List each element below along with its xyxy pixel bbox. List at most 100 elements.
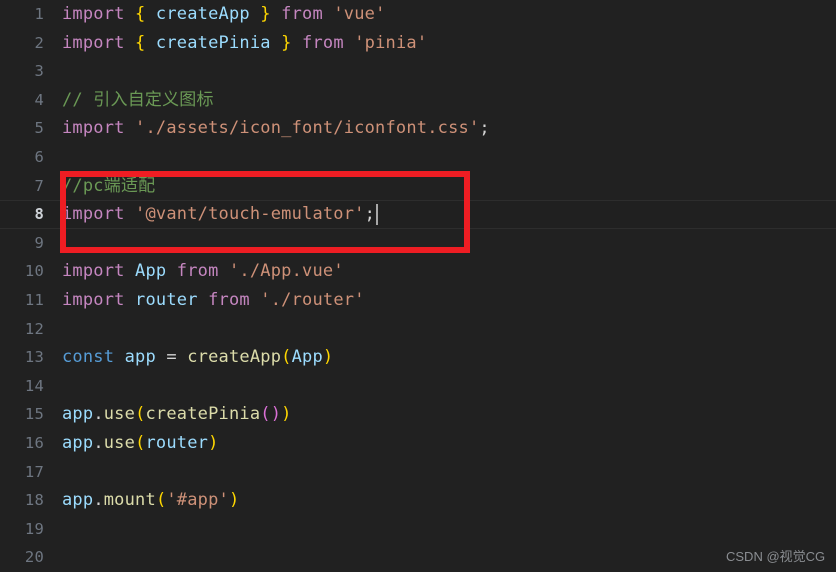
token-identifier: app [62,432,94,453]
line-number: 11 [24,290,44,309]
watermark-label: CSDN @视觉CG [726,549,826,564]
token-comment: //pc端适配 [62,175,156,196]
code-line[interactable]: 11 import router from './router' [0,286,836,315]
token-brace: { [135,4,146,24]
line-number: 12 [24,319,44,338]
token-identifier: App [135,261,167,282]
token-paren: ) [281,404,292,425]
line-source[interactable]: app.mount('#app') [62,486,239,515]
token-string: '@vant/touch-emulator' [135,204,365,225]
code-line[interactable]: 1 import { createApp } from 'vue' [0,0,836,29]
token-brace: } [281,32,292,53]
token-dot: . [93,432,104,453]
token-keyword: import [62,32,125,53]
token-paren: ( [135,432,146,453]
line-number: 7 [34,176,44,195]
token-keyword: import [62,204,125,225]
token-identifier: app [124,347,156,368]
code-line[interactable]: 20 [0,543,836,572]
token-paren: ) [270,404,282,425]
token-brace: } [260,4,271,24]
code-line[interactable]: 18 app.mount('#app') [0,486,836,515]
line-number: 9 [34,233,44,252]
token-dot: . [93,490,104,511]
token-paren: ( [260,404,271,425]
token-dot: . [93,404,104,425]
line-number: 14 [24,376,44,395]
token-keyword: from [302,32,344,53]
token-semicolon: ; [479,118,490,139]
token-paren: ( [281,347,292,368]
token-function: createApp [187,347,282,368]
token-keyword: from [176,261,219,282]
line-source[interactable]: import router from './router' [62,286,365,315]
token-method: use [103,404,136,425]
token-keyword: const [62,347,115,368]
line-number: 19 [24,519,44,538]
line-source[interactable]: import { createApp } from 'vue' [62,0,386,29]
token-string: './App.vue' [228,261,344,282]
line-number: 10 [24,262,44,281]
line-number: 8 [34,205,44,224]
text-cursor [376,204,379,225]
code-line[interactable]: 2 import { createPinia } from 'pinia' [0,29,836,58]
line-number: 2 [34,33,44,52]
token-identifier: router [145,432,209,453]
token-string: 'vue' [333,4,386,24]
token-identifier: createPinia [155,32,271,53]
code-line[interactable]: 10 import App from './App.vue' [0,257,836,286]
line-source[interactable]: import { createPinia } from 'pinia' [62,29,427,58]
code-line-active[interactable]: 8 import '@vant/touch-emulator'; [0,200,836,229]
line-source[interactable]: app.use(router) [62,429,219,458]
token-paren: ( [155,490,167,511]
line-number: 13 [24,348,44,367]
code-line[interactable]: 12 [0,315,836,344]
line-source[interactable]: const app = createApp(App) [62,343,333,372]
line-source[interactable]: //pc端适配 [62,172,155,201]
line-source[interactable]: app.use(createPinia()) [62,400,292,429]
code-editor[interactable]: 1 import { createApp } from 'vue' 2 impo… [0,0,836,572]
line-number: 16 [24,433,44,452]
token-operator: = [166,347,177,368]
code-line[interactable]: 13 const app = createApp(App) [0,343,836,372]
line-number: 1 [34,5,44,23]
token-method: use [103,432,136,453]
line-number: 15 [24,405,44,424]
code-line[interactable]: 3 [0,57,836,86]
code-line[interactable]: 15 app.use(createPinia()) [0,400,836,429]
token-keyword: from [208,289,250,310]
token-identifier: createApp [155,4,250,24]
line-number: 4 [34,90,44,109]
token-identifier: app [62,490,94,511]
code-line[interactable]: 5 import './assets/icon_font/iconfont.cs… [0,114,836,143]
code-line[interactable]: 17 [0,458,836,487]
line-source[interactable]: // 引入自定义图标 [62,86,214,115]
token-paren: ( [135,404,146,425]
code-content[interactable]: 1 import { createApp } from 'vue' 2 impo… [0,0,836,572]
token-string: 'pinia' [354,32,428,53]
code-line[interactable]: 9 [0,229,836,258]
token-semicolon: ; [364,204,376,225]
code-line[interactable]: 7 //pc端适配 [0,172,836,201]
line-number: 20 [24,548,44,567]
token-function: createPinia [145,404,261,425]
line-source[interactable]: import App from './App.vue' [62,257,344,286]
token-keyword: import [62,289,125,310]
token-identifier: router [135,289,198,310]
line-source[interactable]: import './assets/icon_font/iconfont.css'… [62,114,490,143]
code-line[interactable]: 4 // 引入自定义图标 [0,86,836,115]
code-line[interactable]: 16 app.use(router) [0,429,836,458]
line-number: 6 [34,147,44,166]
line-source[interactable]: import '@vant/touch-emulator'; [62,200,375,229]
code-line[interactable]: 19 [0,515,836,544]
line-number: 18 [24,491,44,510]
token-keyword: import [62,4,125,24]
token-brace: { [135,32,146,53]
token-paren: ) [208,432,219,453]
token-identifier: app [62,404,94,425]
token-string: './assets/icon_font/iconfont.css' [135,118,480,139]
code-line[interactable]: 14 [0,372,836,401]
code-line[interactable]: 6 [0,143,836,172]
token-identifier: App [291,347,323,368]
line-number: 3 [34,62,44,81]
